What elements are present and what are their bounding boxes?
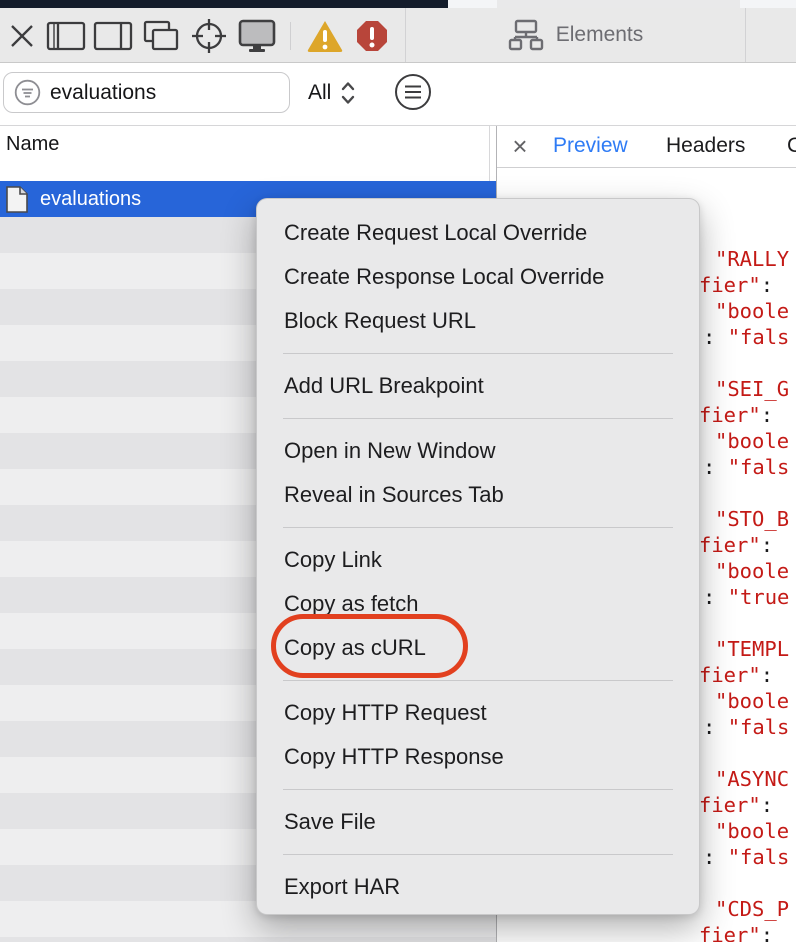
menu-divider — [283, 680, 673, 681]
resource-type-select-value: All — [308, 81, 331, 105]
json-code-fragment: : "fals — [703, 714, 789, 740]
json-code-fragment: fier": — [699, 532, 773, 558]
json-code-fragment: "boole — [715, 818, 789, 844]
filter-icon — [14, 79, 41, 106]
json-code-fragment: fier": — [699, 272, 773, 298]
context-menu-item-create-response-local-override[interactable]: Create Response Local Override — [257, 255, 699, 299]
json-code-fragment: "ASYNC — [715, 766, 789, 792]
document-icon — [5, 185, 29, 214]
json-code-fragment: fier": — [699, 402, 773, 428]
resource-type-select[interactable]: All — [308, 72, 356, 113]
filter-input[interactable]: evaluations — [3, 72, 290, 113]
json-code-fragment: fier": — [699, 662, 773, 688]
close-icon — [7, 21, 37, 51]
titlebar-strip — [0, 0, 796, 8]
json-code-fragment: : "fals — [703, 844, 789, 870]
warnings-button[interactable] — [303, 19, 347, 53]
json-code-fragment: "boole — [715, 298, 789, 324]
context-menu-item-open-in-new-window[interactable]: Open in New Window — [257, 429, 699, 473]
titlebar-mid-segment — [497, 0, 740, 8]
sidebar-right-icon — [93, 21, 133, 51]
json-code-fragment: "STO_B — [715, 506, 789, 532]
menu-divider — [283, 418, 673, 419]
menu-divider — [283, 789, 673, 790]
device-monitor-icon — [237, 18, 277, 54]
network-filter-bar: evaluations All — [0, 63, 796, 126]
json-code-fragment: "boole — [715, 688, 789, 714]
close-detail-button[interactable]: × — [505, 131, 535, 161]
context-menu-item-export-har[interactable]: Export HAR — [257, 865, 699, 909]
tab-elements-label: Elements — [556, 23, 644, 47]
context-menu-item-copy-link[interactable]: Copy Link — [257, 538, 699, 582]
warning-triangle-icon — [306, 19, 344, 53]
json-code-fragment: "TEMPL — [715, 636, 789, 662]
request-list-row — [0, 937, 496, 942]
detail-tab-bar: × Preview Headers C — [497, 126, 796, 168]
error-octagon-icon — [355, 19, 389, 53]
menu-divider — [283, 353, 673, 354]
context-menu: Create Request Local OverrideCreate Resp… — [256, 198, 700, 915]
context-menu-item-copy-as-curl[interactable]: Copy as cURL — [257, 626, 699, 670]
web-inspector-window: Elements evaluations All Name — [0, 0, 796, 942]
json-code-fragment: : "fals — [703, 324, 789, 350]
tab-separator-right — [745, 8, 746, 62]
errors-button[interactable] — [350, 19, 394, 53]
json-code-fragment: "boole — [715, 428, 789, 454]
cascade-windows-icon — [141, 19, 181, 53]
dock-right-button[interactable] — [91, 19, 135, 53]
filter-options-button[interactable] — [395, 74, 431, 110]
filter-lines-icon — [404, 84, 422, 100]
close-inspector-button[interactable] — [0, 19, 44, 53]
chevron-up-down-icon — [340, 80, 356, 106]
json-code-fragment: "CDS_P — [715, 896, 789, 922]
element-picker-button[interactable] — [187, 19, 231, 53]
context-menu-item-block-request-url[interactable]: Block Request URL — [257, 299, 699, 343]
context-menu-item-copy-http-response[interactable]: Copy HTTP Response — [257, 735, 699, 779]
close-icon: × — [512, 131, 527, 162]
context-menu-item-save-file[interactable]: Save File — [257, 800, 699, 844]
undock-window-button[interactable] — [139, 19, 183, 53]
titlebar-dark-segment — [0, 0, 448, 8]
element-picker-icon — [190, 17, 228, 55]
request-row-label: evaluations — [40, 188, 141, 211]
context-menu-item-copy-as-fetch[interactable]: Copy as fetch — [257, 582, 699, 626]
context-menu-item-create-request-local-override[interactable]: Create Request Local Override — [257, 211, 699, 255]
detail-tab-preview[interactable]: Preview — [553, 134, 628, 158]
json-code-fragment: fier": — [699, 922, 773, 942]
dock-left-button[interactable] — [44, 19, 88, 53]
filter-input-value: evaluations — [50, 81, 156, 105]
device-settings-button[interactable] — [235, 19, 279, 53]
context-menu-item-reveal-in-sources-tab[interactable]: Reveal in Sources Tab — [257, 473, 699, 517]
json-code-fragment: : "fals — [703, 454, 789, 480]
json-code-fragment: fier": — [699, 792, 773, 818]
sitemap-icon — [508, 19, 544, 51]
json-code-fragment: "boole — [715, 558, 789, 584]
column-header-name[interactable]: Name — [0, 126, 496, 164]
tab-elements[interactable]: Elements — [406, 8, 745, 62]
json-code-fragment: "RALLY — [715, 246, 789, 272]
sidebar-left-icon — [46, 21, 86, 51]
toolbar-separator — [290, 22, 291, 50]
context-menu-item-copy-http-request[interactable]: Copy HTTP Request — [257, 691, 699, 735]
inspector-toolbar: Elements — [0, 8, 796, 63]
detail-tab-c[interactable]: C — [787, 134, 796, 158]
menu-divider — [283, 527, 673, 528]
context-menu-item-add-url-breakpoint[interactable]: Add URL Breakpoint — [257, 364, 699, 408]
json-code-fragment: "SEI_G — [715, 376, 789, 402]
menu-divider — [283, 854, 673, 855]
detail-tab-headers[interactable]: Headers — [666, 134, 745, 158]
json-code-fragment: : "true — [703, 584, 789, 610]
column-separator — [489, 126, 490, 181]
